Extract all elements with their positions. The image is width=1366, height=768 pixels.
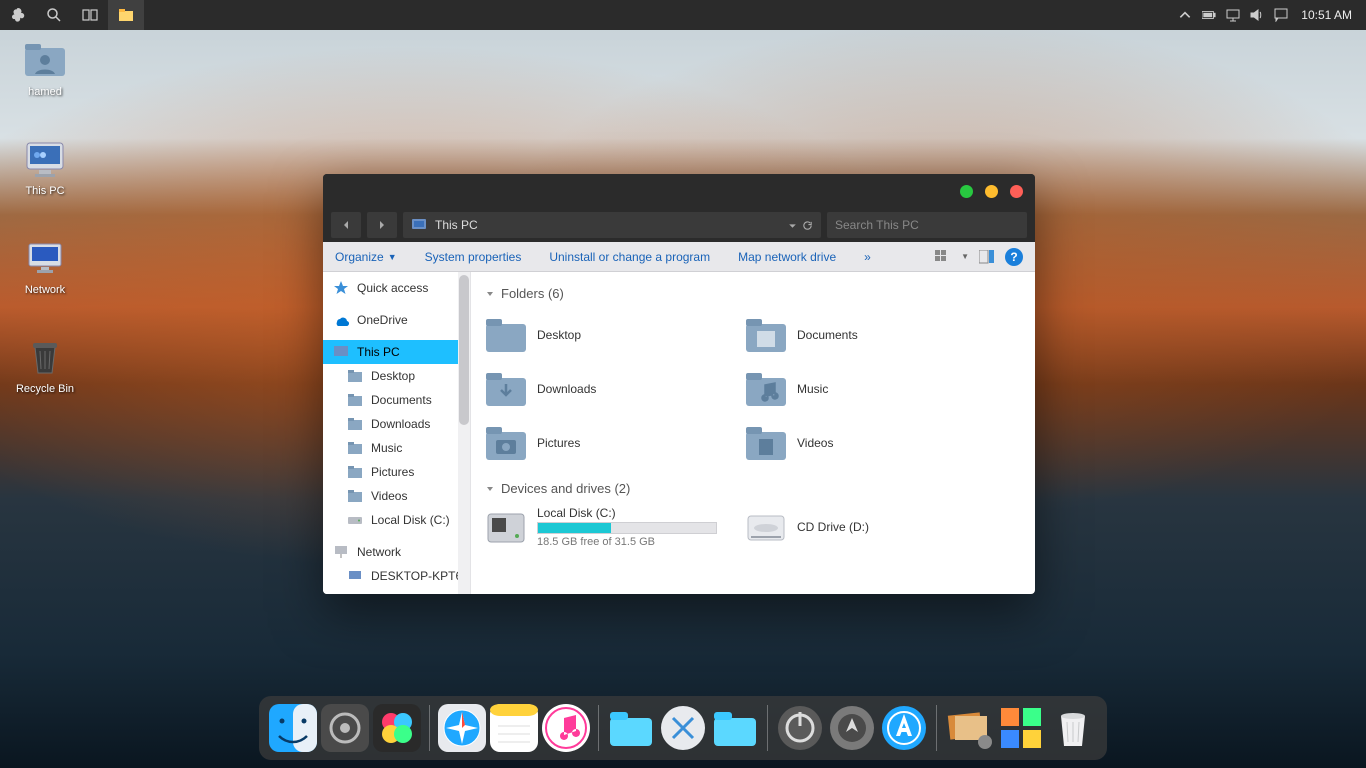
this-pc-icon	[411, 217, 427, 233]
drive-local-disk-c[interactable]: Local Disk (C:) 18.5 GB free of 31.5 GB	[485, 506, 735, 548]
dock-el-capitan[interactable]	[659, 704, 707, 752]
desktop-icon-label: Recycle Bin	[16, 383, 74, 395]
desktop-icon-network[interactable]: Network	[10, 236, 80, 321]
navigation-bar: This PC	[323, 208, 1035, 242]
folder-music[interactable]: Music	[745, 365, 995, 413]
sidebar-quick-access[interactable]: Quick access	[323, 276, 470, 300]
dock-itunes[interactable]	[542, 704, 590, 752]
maximize-button[interactable]	[985, 185, 998, 198]
dock-folder-1[interactable]	[607, 704, 655, 752]
sidebar-this-pc[interactable]: This PC	[323, 340, 470, 364]
address-text: This PC	[435, 218, 779, 232]
system-properties-button[interactable]: System properties	[425, 250, 522, 264]
dock-app-store[interactable]	[880, 704, 928, 752]
drive-usage-bar	[537, 522, 717, 534]
address-bar[interactable]: This PC	[403, 212, 821, 238]
taskbar-clock[interactable]: 10:51 AM	[1295, 8, 1358, 22]
start-button[interactable]	[0, 0, 36, 30]
dock-photos-stack[interactable]	[945, 704, 993, 752]
drives-section-header[interactable]: Devices and drives (2)	[485, 481, 1021, 496]
dock-separator	[429, 705, 430, 751]
content-pane: Folders (6) Desktop Documents Downloads …	[471, 272, 1035, 594]
folder-documents[interactable]: Documents	[745, 311, 995, 359]
folder-videos[interactable]: Videos	[745, 419, 995, 467]
battery-icon[interactable]	[1199, 5, 1219, 25]
dock-trash[interactable]	[1049, 704, 1097, 752]
search-button[interactable]	[36, 0, 72, 30]
tray-chevron-icon[interactable]	[1175, 5, 1195, 25]
sidebar-item-music[interactable]: Music	[323, 436, 470, 460]
desktop-icon-user-folder[interactable]: hamed	[10, 38, 80, 123]
sidebar-onedrive[interactable]: OneDrive	[323, 308, 470, 332]
minimize-button[interactable]	[960, 185, 973, 198]
folders-section-header[interactable]: Folders (6)	[485, 286, 1021, 301]
more-commands-button[interactable]: »	[864, 250, 871, 264]
folder-downloads[interactable]: Downloads	[485, 365, 735, 413]
file-explorer-taskbar-button[interactable]	[108, 0, 144, 30]
dock-separator	[598, 705, 599, 751]
search-input[interactable]	[835, 218, 1019, 232]
desktop-icon-this-pc[interactable]: This PC	[10, 137, 80, 222]
sidebar-scrollbar[interactable]	[458, 272, 470, 594]
command-bar: Organize ▼ System properties Uninstall o…	[323, 242, 1035, 272]
sidebar-item-documents[interactable]: Documents	[323, 388, 470, 412]
desktop-icons-area: hamed This PC Network Recycle Bin	[10, 38, 80, 434]
dock-folder-2[interactable]	[711, 704, 759, 752]
folder-desktop[interactable]: Desktop	[485, 311, 735, 359]
view-dropdown-icon[interactable]: ▼	[961, 252, 969, 261]
folder-pictures[interactable]: Pictures	[485, 419, 735, 467]
task-view-button[interactable]	[72, 0, 108, 30]
drive-cd-d[interactable]: CD Drive (D:)	[745, 506, 995, 548]
desktop-icon-label: hamed	[28, 86, 62, 98]
desktop-icon-recycle-bin[interactable]: Recycle Bin	[10, 335, 80, 420]
dock-settings[interactable]	[321, 704, 369, 752]
dock-apps-stack[interactable]	[997, 704, 1045, 752]
view-options-icon[interactable]	[935, 250, 951, 264]
sidebar-item-desktop[interactable]: Desktop	[323, 364, 470, 388]
desktop-icon-label: This PC	[25, 185, 64, 197]
dock-game-center[interactable]	[373, 704, 421, 752]
dock-power[interactable]	[776, 704, 824, 752]
chevron-down-icon	[485, 289, 495, 299]
dock-safari[interactable]	[438, 704, 486, 752]
organize-menu[interactable]: Organize ▼	[335, 250, 397, 264]
file-explorer-window: This PC Organize ▼ System properties Uni…	[323, 174, 1035, 594]
action-center-icon[interactable]	[1271, 5, 1291, 25]
sidebar-item-videos[interactable]: Videos	[323, 484, 470, 508]
sidebar-item-downloads[interactable]: Downloads	[323, 412, 470, 436]
taskbar: 10:51 AM	[0, 0, 1366, 30]
scrollbar-thumb[interactable]	[459, 275, 469, 425]
back-button[interactable]	[331, 212, 361, 238]
refresh-icon[interactable]	[802, 220, 813, 231]
map-network-drive-button[interactable]: Map network drive	[738, 250, 836, 264]
chevron-down-icon	[485, 484, 495, 494]
dock-notes[interactable]	[490, 704, 538, 752]
network-tray-icon[interactable]	[1223, 5, 1243, 25]
uninstall-program-button[interactable]: Uninstall or change a program	[549, 250, 710, 264]
sidebar-item-pictures[interactable]: Pictures	[323, 460, 470, 484]
dock	[259, 696, 1107, 760]
sidebar-network-computer[interactable]: DESKTOP-KPT6F	[323, 564, 470, 588]
chevron-down-icon: ▼	[388, 252, 397, 262]
volume-icon[interactable]	[1247, 5, 1267, 25]
forward-button[interactable]	[367, 212, 397, 238]
sidebar-network[interactable]: Network	[323, 540, 470, 564]
address-dropdown-icon[interactable]	[787, 220, 798, 231]
preview-pane-icon[interactable]	[979, 250, 995, 264]
dock-separator	[936, 705, 937, 751]
search-box[interactable]	[827, 212, 1027, 238]
dock-separator	[767, 705, 768, 751]
navigation-sidebar: Quick access OneDrive This PC Desktop Do…	[323, 272, 471, 594]
dock-finder[interactable]	[269, 704, 317, 752]
close-button[interactable]	[1010, 185, 1023, 198]
dock-launchpad[interactable]	[828, 704, 876, 752]
help-button[interactable]: ?	[1005, 248, 1023, 266]
sidebar-item-local-disk[interactable]: Local Disk (C:)	[323, 508, 470, 532]
window-titlebar[interactable]	[323, 174, 1035, 208]
desktop-icon-label: Network	[25, 284, 65, 296]
